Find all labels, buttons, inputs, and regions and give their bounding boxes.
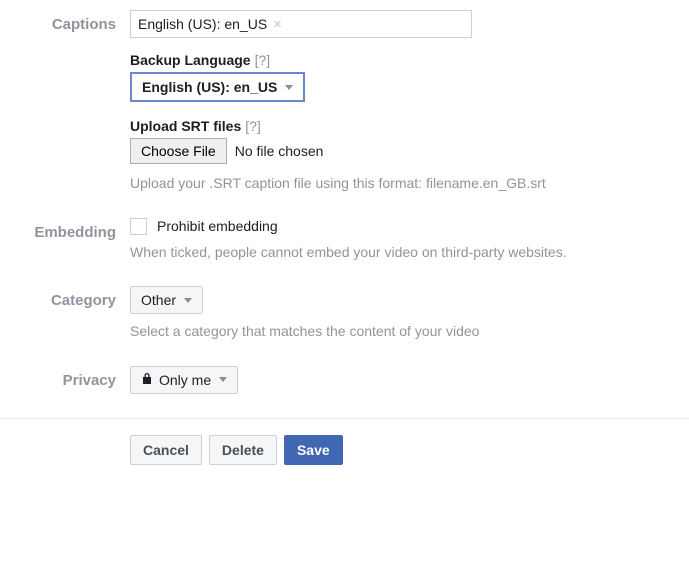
caret-down-icon: [285, 85, 293, 90]
delete-button[interactable]: Delete: [209, 435, 277, 465]
upload-srt-help-icon[interactable]: [?]: [245, 118, 261, 134]
captions-section-label: Captions: [0, 10, 130, 33]
privacy-dropdown[interactable]: Only me: [130, 366, 238, 394]
category-hint: Select a category that matches the conte…: [130, 322, 673, 342]
caret-down-icon: [184, 298, 192, 303]
choose-file-button[interactable]: Choose File: [130, 138, 227, 164]
privacy-section-label: Privacy: [0, 366, 130, 389]
upload-srt-label: Upload SRT files: [130, 118, 241, 134]
lock-icon: [141, 372, 153, 388]
category-dropdown[interactable]: Other: [130, 286, 203, 314]
category-value: Other: [141, 292, 176, 308]
backup-language-help-icon[interactable]: [?]: [255, 52, 271, 68]
backup-language-value: English (US): en_US: [142, 79, 277, 95]
category-section-label: Category: [0, 286, 130, 309]
srt-format-hint: Upload your .SRT caption file using this…: [130, 174, 673, 194]
caret-down-icon: [219, 377, 227, 382]
captions-language-input[interactable]: English (US): en_US ×: [130, 10, 472, 38]
backup-language-dropdown[interactable]: English (US): en_US: [130, 72, 305, 102]
embedding-section-label: Embedding: [0, 218, 130, 241]
privacy-value: Only me: [159, 372, 211, 388]
captions-language-token: English (US): en_US: [138, 16, 267, 32]
prohibit-embedding-label: Prohibit embedding: [157, 218, 278, 234]
cancel-button[interactable]: Cancel: [130, 435, 202, 465]
backup-language-label: Backup Language: [130, 52, 251, 68]
remove-token-icon[interactable]: ×: [273, 17, 282, 32]
embedding-hint: When ticked, people cannot embed your vi…: [130, 243, 673, 263]
save-button[interactable]: Save: [284, 435, 343, 465]
no-file-text: No file chosen: [235, 143, 324, 159]
footer-divider: [0, 418, 689, 419]
prohibit-embedding-checkbox[interactable]: [130, 218, 147, 235]
